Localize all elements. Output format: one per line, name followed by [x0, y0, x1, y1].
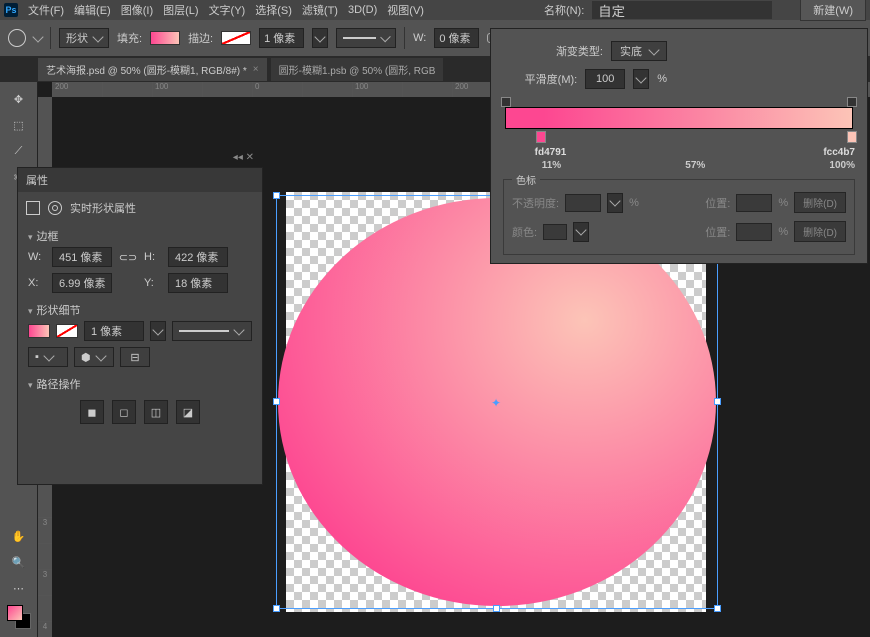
shape-mode-select[interactable]: 形状: [59, 28, 109, 48]
path-ops-label: 路径操作: [37, 379, 81, 391]
stroke-style-select[interactable]: [336, 28, 396, 48]
center-icon: ✦: [491, 396, 503, 408]
color-well: [543, 224, 567, 240]
menu-select[interactable]: 选择(S): [255, 2, 292, 18]
handle-r[interactable]: [714, 398, 721, 405]
doc-tab-2[interactable]: 圆形-模糊1.psb @ 50% (圆形, RGB: [271, 58, 444, 81]
opacity-stop-left[interactable]: [501, 97, 511, 107]
mid-pct: 57%: [685, 160, 705, 171]
marquee-tool[interactable]: ⬚: [0, 112, 37, 138]
stop2-pct: 100%: [829, 160, 855, 171]
stop1-hex: fd4791: [535, 147, 567, 158]
move-tool[interactable]: ✥: [0, 86, 37, 112]
delete-color-stop: 删除(D): [794, 221, 846, 242]
stroke-width-dropdown[interactable]: [312, 28, 328, 48]
color-picker[interactable]: [7, 605, 31, 629]
handle-bl[interactable]: [273, 605, 280, 612]
stops-legend: 色标: [512, 172, 540, 187]
handle-l[interactable]: [273, 398, 280, 405]
menu-bar: Ps 文件(F) 编辑(E) 图像(I) 图层(L) 文字(Y) 选择(S) 滤…: [0, 0, 870, 20]
properties-panel: ◂◂ ✕ 属性 实时形状属性 ▾边框 W: ⊂⊃ H: X: Y: ▾形状细节: [17, 167, 263, 485]
grad-type-label: 渐变类型:: [556, 43, 603, 59]
stroke-px-dropdown[interactable]: [150, 321, 166, 341]
gradient-bar[interactable]: [505, 107, 853, 129]
doc-tab-1[interactable]: 艺术海报.psd @ 50% (圆形-模糊1, RGB/8#) *×: [38, 58, 267, 81]
name-input[interactable]: [592, 1, 772, 19]
stop2-hex: fcc4b7: [823, 147, 855, 158]
stroke-swatch[interactable]: [221, 31, 251, 45]
path-subtract[interactable]: ◻: [112, 400, 136, 424]
w-input[interactable]: [434, 28, 479, 48]
menu-type[interactable]: 文字(Y): [209, 2, 246, 18]
close-icon[interactable]: ×: [253, 64, 259, 75]
shape-icon: [26, 201, 40, 215]
stroke-swatch-props[interactable]: [56, 324, 78, 338]
more-tools[interactable]: ⋯: [4, 575, 33, 601]
y-input[interactable]: [168, 273, 228, 293]
zoom-tool[interactable]: 🔍: [4, 549, 33, 575]
height-input[interactable]: [168, 247, 228, 267]
ps-logo: Ps: [4, 3, 18, 17]
menu-3d[interactable]: 3D(D): [348, 4, 377, 16]
name-label: 名称(N):: [544, 2, 584, 18]
link-icon[interactable]: ⊂⊃: [118, 251, 138, 264]
properties-tab[interactable]: 属性: [18, 168, 262, 192]
menu-edit[interactable]: 编辑(E): [74, 2, 111, 18]
menu-filter[interactable]: 滤镜(T): [302, 2, 338, 18]
stroke-width-input[interactable]: [259, 28, 304, 48]
handle-b[interactable]: [493, 605, 500, 612]
lasso-tool[interactable]: ⟋: [0, 138, 37, 164]
new-button[interactable]: 新建(W): [800, 0, 866, 21]
tool-dropdown-icon[interactable]: [32, 31, 43, 42]
detail-label: 形状细节: [37, 305, 81, 317]
bounds-label: 边框: [37, 231, 59, 243]
opacity-stop-right[interactable]: [847, 97, 857, 107]
color-stop-2[interactable]: [847, 131, 857, 143]
handle-br[interactable]: [714, 605, 721, 612]
shape-props-title: 实时形状属性: [70, 200, 136, 216]
panel-flyout-icon[interactable]: ◂◂ ✕: [233, 152, 254, 163]
hand-tool[interactable]: ✋: [4, 523, 33, 549]
color-stop-1[interactable]: [536, 131, 546, 143]
smooth-label: 平滑度(M):: [525, 71, 578, 87]
x-input[interactable]: [52, 273, 112, 293]
delete-opacity-stop: 删除(D): [794, 192, 846, 213]
opacity-input: [565, 194, 601, 212]
width-input[interactable]: [52, 247, 112, 267]
mask-icon: [48, 201, 62, 215]
path-combine[interactable]: ◼: [80, 400, 104, 424]
opacity-dropdown: [607, 193, 623, 213]
color-dropdown: [573, 222, 589, 242]
color-pos-input: [736, 223, 772, 241]
join-select[interactable]: ⬢: [74, 347, 114, 367]
fill-label: 填充:: [117, 30, 142, 46]
menu-image[interactable]: 图像(I): [121, 2, 153, 18]
cap-select[interactable]: ▪: [28, 347, 68, 367]
fill-swatch-props[interactable]: [28, 324, 50, 338]
fill-swatch[interactable]: [150, 31, 180, 45]
gradient-editor: 渐变类型: 实底 平滑度(M): % fd4791 fcc4b7 11% 57%…: [490, 28, 868, 264]
ellipse-tool-icon: [8, 29, 26, 47]
smooth-dropdown[interactable]: [633, 69, 649, 89]
menu-view[interactable]: 视图(V): [387, 2, 424, 18]
handle-tl[interactable]: [273, 192, 280, 199]
smooth-input[interactable]: [585, 69, 625, 89]
path-exclude[interactable]: ◪: [176, 400, 200, 424]
stop1-pct: 11%: [542, 160, 561, 171]
opacity-pos-input: [736, 194, 772, 212]
w-label: W:: [413, 32, 426, 44]
stroke-style-props[interactable]: [172, 321, 252, 341]
align-select[interactable]: ⊟: [120, 347, 150, 367]
path-intersect[interactable]: ◫: [144, 400, 168, 424]
grad-type-select[interactable]: 实底: [611, 41, 667, 61]
menu-file[interactable]: 文件(F): [28, 2, 64, 18]
stroke-label: 描边:: [188, 30, 213, 46]
menu-layer[interactable]: 图层(L): [163, 2, 198, 18]
stroke-px-input[interactable]: [84, 321, 144, 341]
